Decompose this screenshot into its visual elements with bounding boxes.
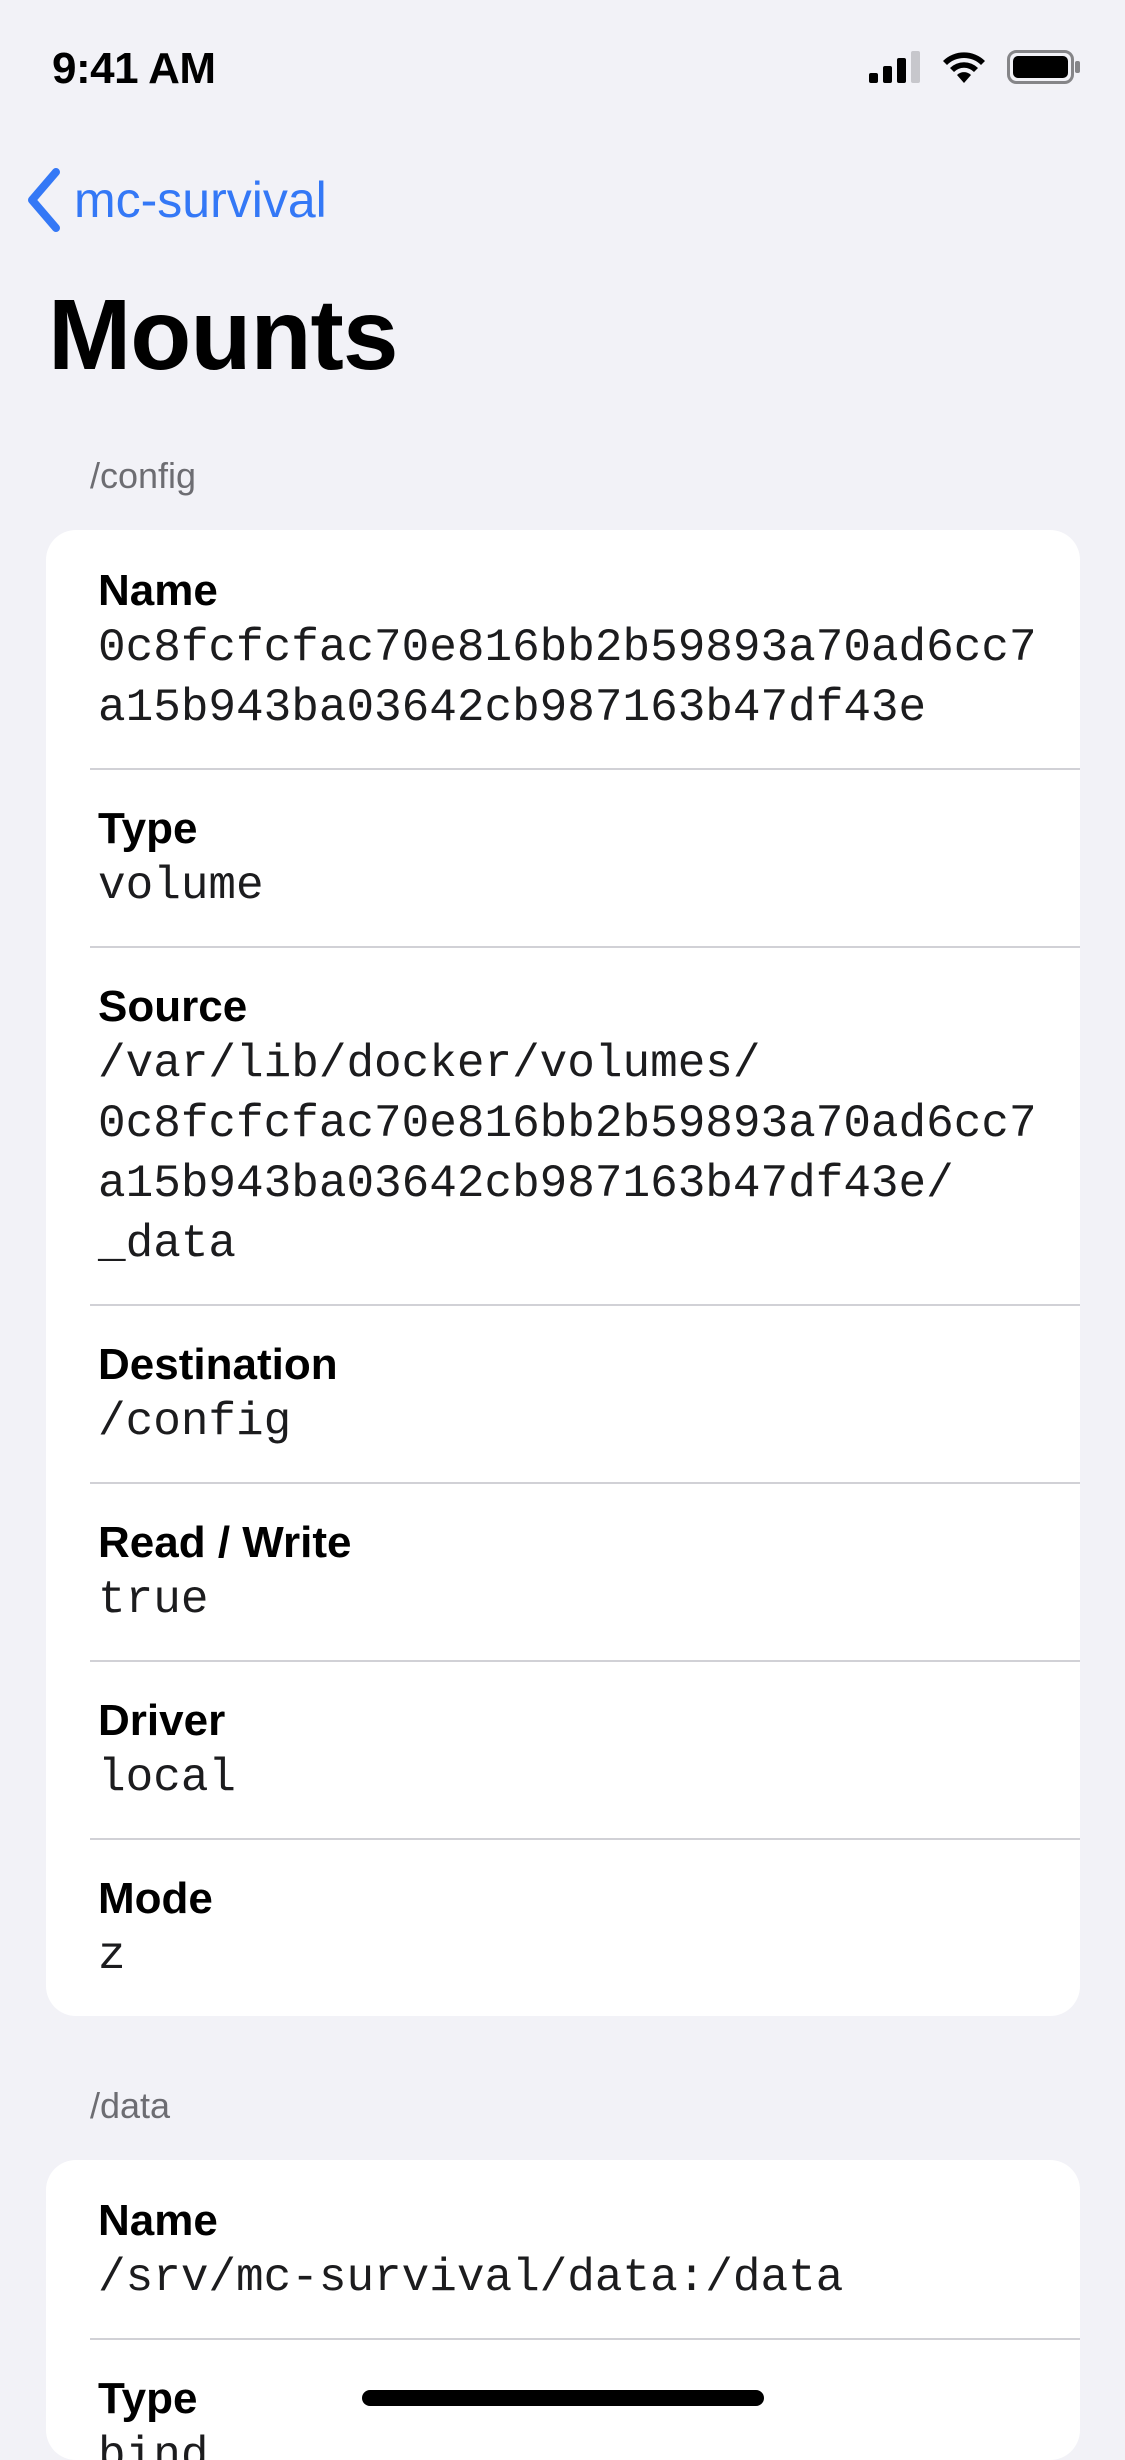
field-row-source[interactable]: Source /var/lib/docker/volumes/ 0c8fcfcf… [46, 946, 1080, 1304]
wifi-icon [943, 52, 985, 83]
field-value: local [98, 1752, 237, 1804]
field-row-driver[interactable]: Driver local [46, 1660, 1080, 1838]
status-icons [869, 50, 1081, 84]
mount-card-config: Name 0c8fcfcfac70e816bb2b59893a70ad6cc7a… [46, 530, 1080, 2016]
field-value: /srv/mc-survival/data:/data [98, 2252, 844, 2304]
page-title: Mounts [48, 279, 398, 391]
field-value: z [98, 1930, 126, 1982]
field-value: 0c8fcfcfac70e816bb2b59893a70ad6cc7a15b94… [98, 622, 1037, 734]
field-value: bind [98, 2430, 209, 2460]
field-row-mode[interactable]: Mode z [46, 1838, 1080, 2016]
field-value: true [98, 1574, 209, 1626]
field-label: Read / Write [98, 1518, 352, 1567]
battery-icon [1007, 50, 1080, 84]
cellular-signal-icon [869, 51, 920, 83]
field-row-read-write[interactable]: Read / Write true [46, 1482, 1080, 1660]
field-label: Source [98, 982, 248, 1031]
field-label: Mode [98, 1874, 213, 1923]
back-button-label: mc-survival [74, 172, 327, 228]
field-value: /config [98, 1396, 292, 1448]
field-label: Driver [98, 1696, 226, 1745]
section-header-config: /config [90, 455, 197, 496]
status-time: 9:41 AM [52, 44, 216, 93]
field-label: Type [98, 804, 198, 853]
field-row-destination[interactable]: Destination /config [46, 1304, 1080, 1482]
home-indicator[interactable] [362, 2390, 764, 2406]
section-header-data: /data [90, 2085, 171, 2126]
field-row-name[interactable]: Name /srv/mc-survival/data:/data [46, 2160, 1080, 2338]
field-value: volume [98, 860, 264, 912]
field-row-type[interactable]: Type volume [46, 768, 1080, 946]
mount-card-data: Name /srv/mc-survival/data:/data Type bi… [46, 2160, 1080, 2460]
field-label: Name [98, 566, 218, 615]
back-button[interactable]: mc-survival [24, 160, 327, 240]
field-value: /var/lib/docker/volumes/ 0c8fcfcfac70e81… [98, 1038, 1037, 1270]
field-label: Destination [98, 1340, 338, 1389]
status-bar: 9:41 AM [0, 0, 1125, 140]
field-label: Name [98, 2196, 218, 2245]
field-row-name[interactable]: Name 0c8fcfcfac70e816bb2b59893a70ad6cc7a… [46, 530, 1080, 768]
chevron-left-icon [28, 168, 60, 232]
